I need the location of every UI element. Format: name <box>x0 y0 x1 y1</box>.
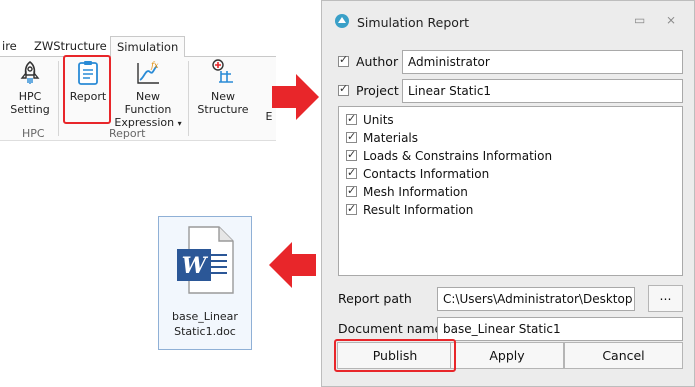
word-document-file[interactable]: W base_Linear Static1.doc <box>158 216 252 350</box>
svg-text:W: W <box>182 253 209 279</box>
report-highlight-box <box>63 55 111 124</box>
project-checkbox[interactable] <box>338 82 349 96</box>
report-path-field[interactable]: C:\Users\Administrator\Desktop <box>437 287 635 311</box>
list-item[interactable]: Units <box>346 111 394 128</box>
right-arrow <box>272 74 319 120</box>
new-structure-label-2: Structure <box>197 103 249 116</box>
hpc-setting-button[interactable]: HPC Setting <box>8 60 52 116</box>
tab-simulation[interactable]: Simulation <box>110 36 186 58</box>
project-field[interactable]: Linear Static1 <box>402 79 683 103</box>
project-label: Project <box>356 83 399 98</box>
new-function-expression-button[interactable]: fx New Function Expression ▾ <box>112 60 184 130</box>
document-filename-line1: base_Linear <box>172 310 238 323</box>
comment-icon[interactable]: ▭ <box>634 13 645 27</box>
section-label: Mesh Information <box>363 185 468 199</box>
document-name-label: Document name <box>338 321 443 336</box>
report-path-label: Report path <box>338 291 412 306</box>
word-document-icon: W <box>177 226 234 294</box>
section-label: Loads & Constrains Information <box>363 149 553 163</box>
apply-button[interactable]: Apply <box>450 342 564 369</box>
author-field[interactable]: Administrator <box>402 50 683 74</box>
cancel-button[interactable]: Cancel <box>564 342 683 369</box>
function-curve-icon: fx <box>137 61 159 84</box>
new-function-label-1: New Function <box>124 90 172 116</box>
document-name-field[interactable]: base_Linear Static1 <box>437 317 683 341</box>
left-arrow <box>269 242 316 288</box>
rocket-icon <box>20 60 40 84</box>
group-label-hpc: HPC <box>22 127 45 140</box>
hpc-setting-label: HPC Setting <box>10 90 50 116</box>
close-icon[interactable]: ⨯ <box>666 13 676 27</box>
list-item[interactable]: Loads & Constrains Information <box>346 147 553 164</box>
section-checkbox[interactable] <box>346 147 357 163</box>
section-label: Result Information <box>363 203 474 217</box>
dialog-title: Simulation Report <box>357 15 469 30</box>
group-separator <box>188 61 189 136</box>
new-structure-button[interactable]: New Structure <box>196 58 250 116</box>
app-icon <box>335 14 349 28</box>
section-label: Contacts Information <box>363 167 490 181</box>
new-structure-icon <box>212 59 233 83</box>
group-label-report: Report <box>109 127 146 140</box>
section-checkbox[interactable] <box>346 201 357 217</box>
list-item[interactable]: Result Information <box>346 201 474 218</box>
ribbon-tab-bar: ire ZWStructure Simulation <box>0 36 276 58</box>
tab-zwstructure[interactable]: ZWStructure <box>34 37 107 55</box>
report-sections-list: Units Materials Loads & Constrains Infor… <box>338 106 683 276</box>
list-item[interactable]: Contacts Information <box>346 165 490 182</box>
author-checkbox[interactable] <box>338 53 349 67</box>
section-checkbox[interactable] <box>346 129 357 145</box>
author-label: Author <box>356 54 399 69</box>
chevron-down-icon: ▾ <box>177 119 182 128</box>
section-label: Materials <box>363 131 419 145</box>
document-filename-line2: Static1.doc <box>174 325 236 338</box>
tab-partial[interactable]: ire <box>2 37 17 55</box>
simulation-report-dialog: Simulation Report ▭ ⨯ Author Administrat… <box>321 0 695 387</box>
section-checkbox[interactable] <box>346 165 357 181</box>
section-checkbox[interactable] <box>346 183 357 199</box>
new-structure-label-1: New <box>211 90 235 103</box>
list-item[interactable]: Mesh Information <box>346 183 468 200</box>
svg-text:fx: fx <box>150 61 159 70</box>
browse-button[interactable]: ... <box>648 285 683 312</box>
publish-highlight-box <box>334 339 456 372</box>
list-item[interactable]: Materials <box>346 129 419 146</box>
group-separator <box>58 61 59 136</box>
section-label: Units <box>363 113 394 127</box>
section-checkbox[interactable] <box>346 111 357 127</box>
ribbon-fragment: ire ZWStructure Simulation HPC Setting Re… <box>0 36 276 141</box>
document-filename: base_Linear Static1.doc <box>159 309 251 339</box>
